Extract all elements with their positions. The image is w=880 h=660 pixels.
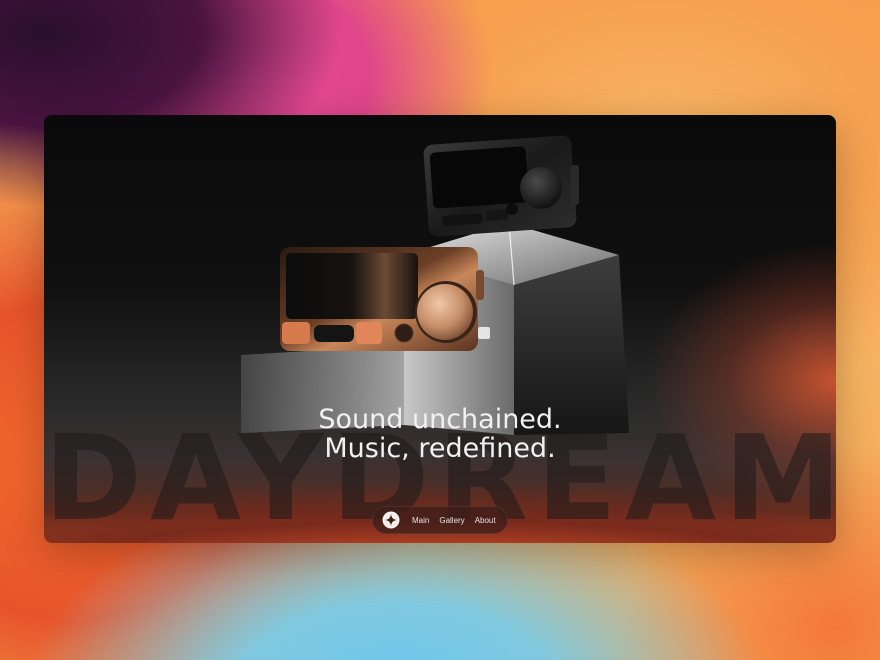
upper-device (423, 135, 579, 237)
hero-headline: Sound unchained. Music, redefined. (44, 405, 836, 463)
sparkle-logo-icon[interactable] (382, 511, 400, 529)
nav-main-link[interactable]: Main (412, 516, 429, 525)
nav-about-link[interactable]: About (475, 516, 496, 525)
nav-gallery-link[interactable]: Gallery (439, 516, 464, 525)
floating-nav: Main Gallery About (372, 506, 508, 534)
headline-line-2: Music, redefined. (324, 433, 556, 464)
hero-card: DAYDREAM Sound unchained. Music, redefin… (44, 115, 836, 543)
copper-device (280, 247, 490, 351)
headline-line-1: Sound unchained. (318, 404, 562, 435)
